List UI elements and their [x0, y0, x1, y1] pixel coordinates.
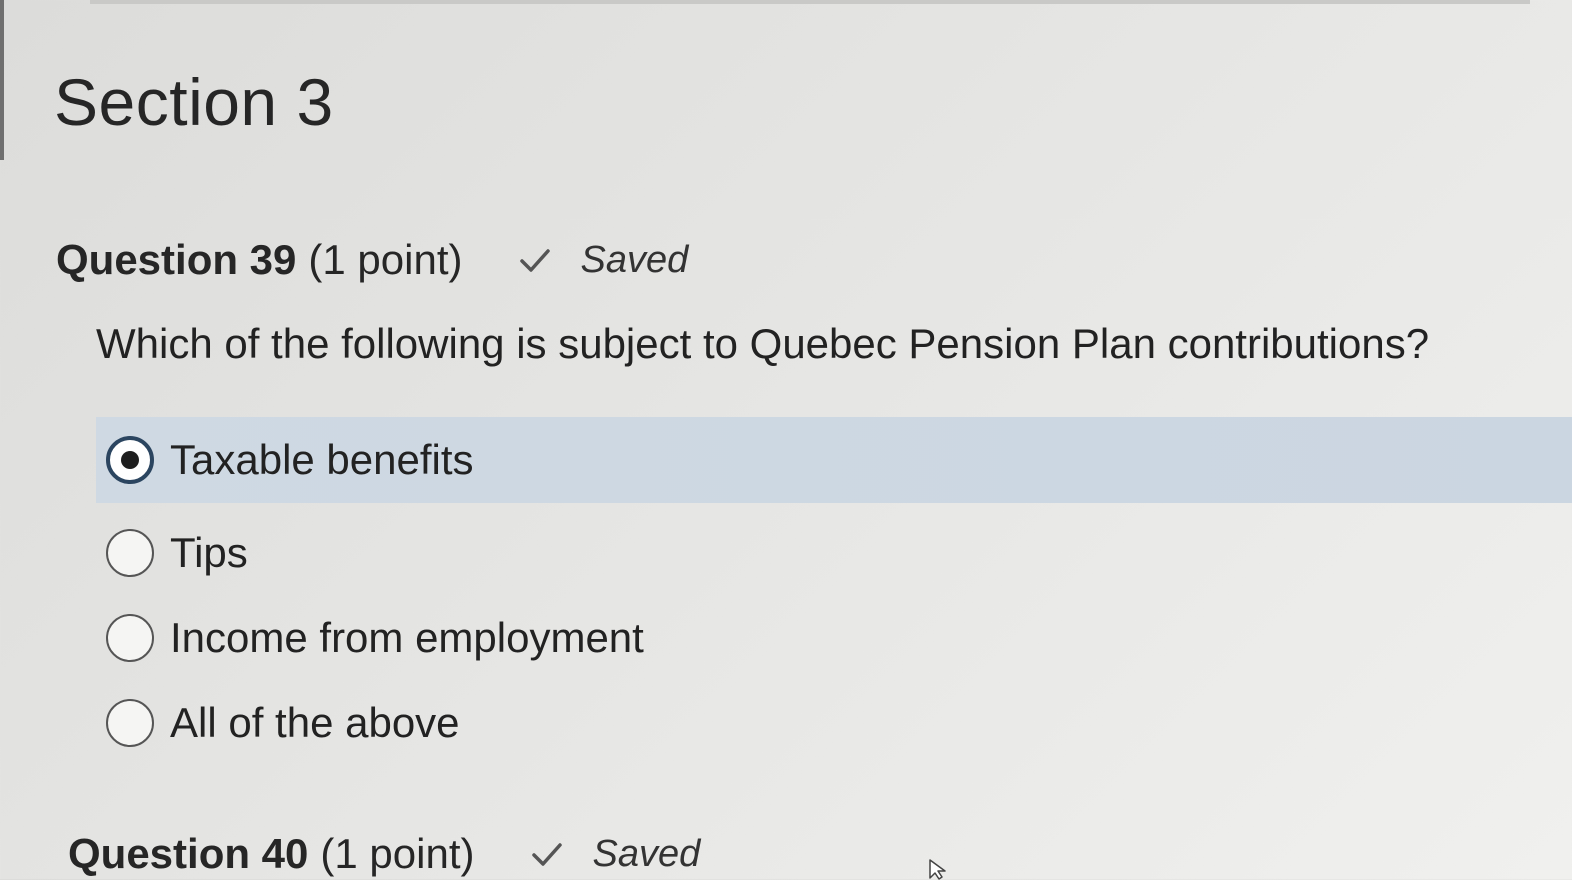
option-label: Income from employment	[170, 614, 644, 661]
mouse-cursor-icon	[929, 859, 946, 880]
question-40-header: Question 40 (1 point) Saved	[68, 830, 700, 878]
option-income-from-employment[interactable]: Income from employment	[96, 595, 644, 681]
radio-button[interactable]	[106, 529, 154, 577]
question-39-prompt: Which of the following is subject to Que…	[96, 320, 1430, 367]
option-all-of-the-above[interactable]: All of the above	[96, 680, 460, 766]
radio-button[interactable]	[106, 699, 154, 747]
top-divider	[90, 0, 1530, 4]
left-edge-divider	[0, 0, 4, 160]
option-taxable-benefits[interactable]: Taxable benefits	[96, 417, 1572, 503]
checkmark-icon	[520, 249, 551, 272]
question-40-points: (1 point)	[320, 830, 475, 877]
radio-button-selected[interactable]	[106, 436, 154, 484]
question-39-header: Question 39 (1 point) Saved	[56, 236, 688, 284]
checkmark-icon	[532, 843, 563, 866]
question-39-label: Question 39	[56, 236, 297, 283]
question-40-saved-status: Saved	[592, 832, 701, 875]
section-title: Section 3	[54, 65, 334, 139]
option-label: Tips	[170, 529, 248, 576]
option-label: All of the above	[170, 699, 460, 746]
question-39-saved-status: Saved	[580, 238, 689, 281]
question-40-label: Question 40	[68, 830, 309, 877]
radio-button[interactable]	[106, 614, 154, 662]
option-label: Taxable benefits	[170, 436, 474, 483]
question-39-points: (1 point)	[308, 236, 463, 283]
option-tips[interactable]: Tips	[96, 510, 248, 596]
